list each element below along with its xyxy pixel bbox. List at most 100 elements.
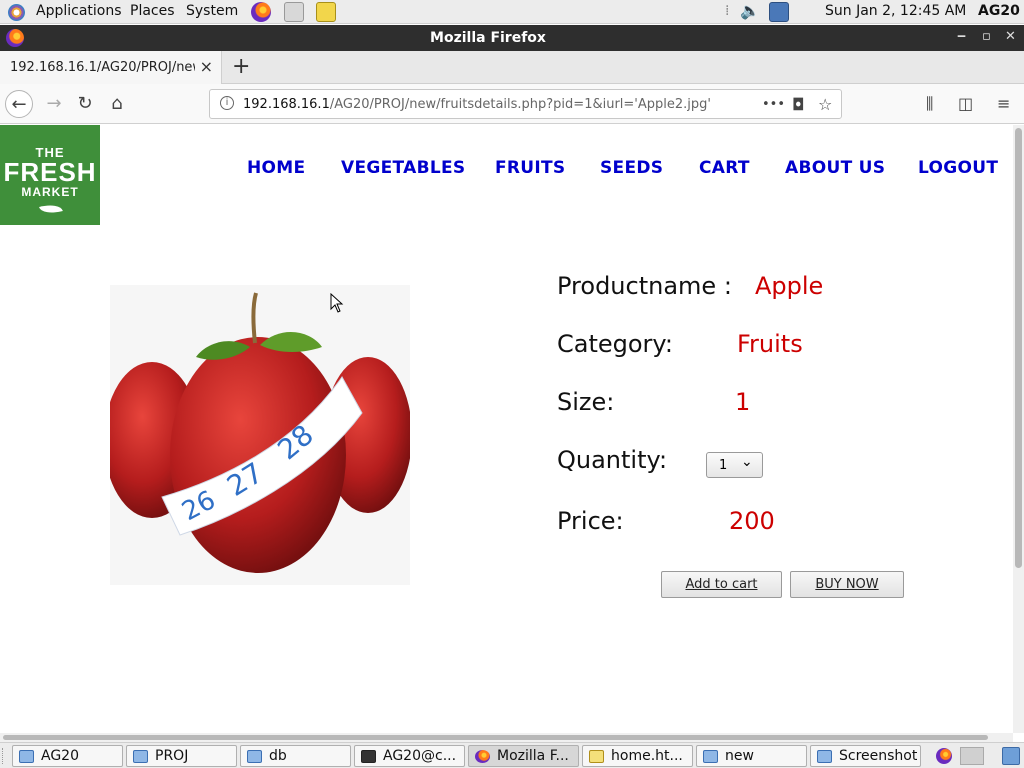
productname-label: Productname :: [557, 272, 732, 300]
chevron-down-icon: ⌄: [741, 454, 753, 470]
taskbar-item-label: AG20: [41, 748, 79, 764]
quantity-selected-value: 1: [719, 458, 728, 473]
taskbar-item-label: home.ht...: [611, 748, 683, 764]
tab-bar: 192.168.16.1/AG20/PROJ/new/ × +: [0, 51, 1024, 84]
network-icon[interactable]: [769, 2, 789, 22]
page-actions-icon[interactable]: •••: [762, 97, 785, 112]
minimize-button[interactable]: ‒: [957, 29, 966, 44]
mouse-cursor-icon: [330, 293, 344, 313]
size-value: 1: [735, 388, 751, 416]
system-menu[interactable]: System: [186, 3, 238, 19]
size-label: Size:: [557, 388, 615, 416]
window-title: Mozilla Firefox: [430, 30, 546, 46]
url-text: 192.168.16.1/AG20/PROJ/new/fruitsdetails…: [243, 97, 711, 112]
horizontal-scroll-thumb[interactable]: [3, 735, 988, 740]
quantity-select[interactable]: 1 ⌄: [706, 452, 763, 478]
workspace-firefox-icon[interactable]: [936, 748, 952, 764]
taskbar-item-screenshot[interactable]: Screenshot: [810, 745, 921, 767]
folder-icon: [19, 750, 34, 763]
site-info-icon[interactable]: i: [220, 96, 234, 110]
folder-icon: [247, 750, 262, 763]
forward-button[interactable]: →: [40, 90, 68, 118]
library-icon[interactable]: ⫼: [926, 94, 933, 114]
navigation-bar: ← → ↻ ⌂ i 192.168.16.1/AG20/PROJ/new/fru…: [0, 84, 1024, 124]
taskbar-item-label: Screenshot: [839, 748, 918, 764]
url-path: /AG20/PROJ/new/fruitsdetails.php?pid=1&i…: [329, 97, 711, 112]
nav-fruits[interactable]: FRUITS: [495, 158, 565, 178]
taskbar-item-label: PROJ: [155, 748, 189, 764]
show-desktop-icon[interactable]: [1002, 747, 1020, 765]
home-button[interactable]: ⌂: [103, 90, 131, 118]
terminal-icon: [361, 750, 376, 763]
text-editor-icon: [589, 750, 604, 763]
nav-logout[interactable]: LOGOUT: [918, 158, 998, 178]
window-close-button[interactable]: ✕: [1005, 29, 1016, 44]
taskbar-item-label: AG20@c...: [383, 748, 457, 764]
taskbar-item-label: Mozilla F...: [497, 748, 569, 764]
logo-line2: FRESH: [3, 157, 97, 187]
applications-icon: [8, 4, 25, 21]
firefox-icon: [475, 750, 490, 763]
category-value: Fruits: [737, 330, 803, 358]
tab-fruitsdetails[interactable]: 192.168.16.1/AG20/PROJ/new/ ×: [0, 51, 222, 84]
nav-seeds[interactable]: SEEDS: [600, 158, 663, 178]
nav-home[interactable]: HOME: [247, 158, 305, 178]
taskbar-item-label: db: [269, 748, 287, 764]
mail-launcher-icon[interactable]: [284, 2, 304, 22]
logo-line3: MARKET: [21, 185, 79, 199]
top-panel: Applications Places System ⁞ 🔈 Sun Jan 2…: [0, 0, 1024, 24]
price-label: Price:: [557, 507, 624, 535]
tab-close-icon[interactable]: ×: [200, 57, 213, 76]
taskbar-handle: [2, 748, 9, 764]
category-label: Category:: [557, 330, 673, 358]
folder-icon: [703, 750, 718, 763]
taskbar-item-firefox[interactable]: Mozilla F...: [468, 745, 579, 767]
taskbar-item-ag20[interactable]: AG20: [12, 745, 123, 767]
url-bar[interactable]: i 192.168.16.1/AG20/PROJ/new/fruitsdetai…: [209, 89, 842, 119]
productname-value: Apple: [755, 272, 824, 300]
bookmark-star-icon[interactable]: ☆: [818, 95, 832, 114]
nav-about-us[interactable]: ABOUT US: [785, 158, 885, 178]
maximize-button[interactable]: ▫: [982, 29, 991, 44]
vertical-scrollbar[interactable]: [1013, 125, 1024, 733]
new-tab-button[interactable]: +: [232, 54, 250, 79]
tab-label: 192.168.16.1/AG20/PROJ/new/: [10, 60, 195, 75]
nav-vegetables[interactable]: VEGETABLES: [341, 158, 465, 178]
product-image: 26 27 28: [110, 285, 410, 585]
back-button[interactable]: ←: [5, 90, 33, 118]
nav-cart[interactable]: CART: [699, 158, 750, 178]
url-host: 192.168.16.1: [243, 97, 330, 112]
notes-launcher-icon[interactable]: [316, 2, 336, 22]
add-to-cart-button[interactable]: Add to cart: [661, 571, 782, 598]
reload-button[interactable]: ↻: [71, 90, 99, 118]
hamburger-menu-icon[interactable]: ≡: [997, 94, 1010, 113]
page-content: THE FRESH MARKET HOME VEGETABLES FRUITS …: [0, 125, 1013, 733]
taskbar-item-label: new: [725, 748, 754, 764]
site-logo[interactable]: THE FRESH MARKET: [0, 125, 100, 225]
vertical-scroll-thumb[interactable]: [1015, 128, 1022, 568]
workspace-switcher[interactable]: [960, 747, 984, 765]
taskbar-item-new[interactable]: new: [696, 745, 807, 767]
sidebar-icon[interactable]: ◫: [958, 94, 973, 113]
quantity-label: Quantity:: [557, 446, 668, 474]
taskbar-item-home-html[interactable]: home.ht...: [582, 745, 693, 767]
price-value: 200: [729, 507, 775, 535]
leaf-icon: [39, 201, 63, 217]
taskbar-item-db[interactable]: db: [240, 745, 351, 767]
volume-icon[interactable]: 🔈: [740, 1, 760, 20]
window-titlebar[interactable]: Mozilla Firefox ‒ ▫ ✕: [0, 25, 1024, 51]
pocket-icon[interactable]: ◘: [792, 95, 805, 114]
taskbar-item-proj[interactable]: PROJ: [126, 745, 237, 767]
firefox-launcher-icon[interactable]: [251, 2, 271, 22]
folder-icon: [133, 750, 148, 763]
panel-separator: ⁞: [725, 3, 730, 19]
places-menu[interactable]: Places: [130, 3, 175, 19]
taskbar: AG20 PROJ db AG20@c... Mozilla F... home…: [0, 742, 1024, 768]
folder-icon: [817, 750, 832, 763]
horizontal-scrollbar[interactable]: [0, 733, 1013, 742]
applications-menu[interactable]: Applications: [36, 3, 122, 19]
user-menu[interactable]: AG20: [978, 3, 1020, 19]
clock[interactable]: Sun Jan 2, 12:45 AM: [825, 3, 966, 19]
taskbar-item-terminal[interactable]: AG20@c...: [354, 745, 465, 767]
buy-now-button[interactable]: BUY NOW: [790, 571, 904, 598]
